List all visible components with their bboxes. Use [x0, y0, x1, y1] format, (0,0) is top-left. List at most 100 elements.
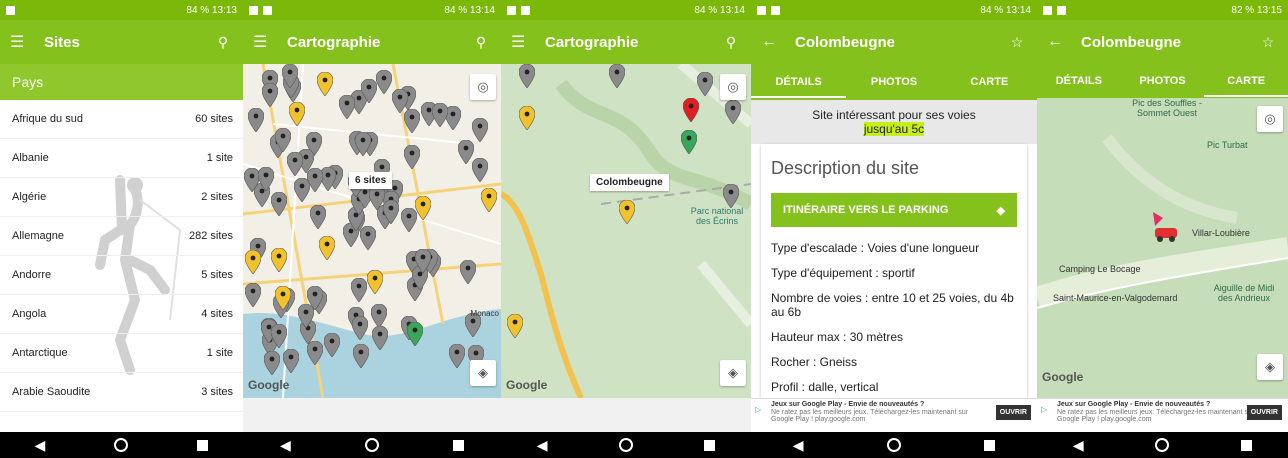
site-marker[interactable] [682, 97, 700, 123]
cluster-label[interactable]: 6 sites [349, 172, 393, 189]
favorite-star-icon[interactable]: ☆ [1007, 34, 1027, 51]
site-marker[interactable] [306, 340, 324, 366]
tab-map[interactable]: CARTE [1204, 65, 1288, 97]
site-marker[interactable] [286, 151, 304, 177]
site-marker[interactable] [338, 94, 356, 120]
home-icon[interactable] [886, 438, 901, 452]
site-marker[interactable] [318, 235, 336, 261]
back-arrow-icon[interactable]: ← [1047, 33, 1073, 51]
site-marker[interactable] [350, 277, 368, 303]
tab-details[interactable]: DÉTAILS [1037, 75, 1121, 87]
site-marker[interactable] [431, 102, 449, 128]
tab-photos[interactable]: PHOTOS [1121, 75, 1205, 87]
site-marker[interactable] [471, 117, 489, 143]
site-marker[interactable] [457, 139, 475, 165]
list-item[interactable]: Albanie 1 site [0, 139, 243, 178]
search-icon[interactable]: ⚲ [721, 34, 741, 51]
site-marker[interactable] [406, 321, 424, 347]
tab-map[interactable]: CARTE [942, 76, 1037, 88]
ad-banner[interactable]: ▷ Jeux sur Google Play - Envie de nouvea… [1037, 398, 1288, 432]
site-marker[interactable] [471, 157, 489, 183]
favorite-star-icon[interactable]: ☆ [1258, 34, 1278, 51]
site-marker[interactable] [608, 64, 626, 89]
back-icon[interactable]: ◀ [280, 437, 291, 454]
map-view[interactable]: 6 sites Monaco ◎ ◈ Google [243, 64, 501, 398]
site-marker[interactable] [480, 187, 498, 213]
site-marker[interactable] [316, 71, 334, 97]
site-marker[interactable] [261, 82, 279, 108]
site-marker[interactable] [375, 69, 393, 95]
map-view[interactable]: Colombeugne Parc national des Écrins ◎ ◈… [501, 64, 751, 398]
site-marker[interactable] [351, 315, 369, 341]
menu-icon[interactable]: ☰ [10, 32, 36, 52]
site-marker[interactable] [366, 269, 384, 295]
my-location-button[interactable]: ◎ [1257, 106, 1283, 132]
site-marker[interactable] [506, 313, 524, 339]
recents-icon[interactable] [704, 439, 716, 451]
site-marker[interactable] [274, 285, 292, 311]
site-marker[interactable] [414, 195, 432, 221]
site-marker[interactable] [306, 167, 324, 193]
recents-icon[interactable] [1241, 439, 1253, 451]
site-marker[interactable] [403, 144, 421, 170]
site-marker[interactable] [257, 166, 275, 192]
site-marker[interactable] [722, 183, 740, 209]
site-marker[interactable] [281, 64, 299, 89]
site-marker[interactable] [518, 105, 536, 131]
home-icon[interactable] [1155, 438, 1170, 452]
home-icon[interactable] [618, 438, 633, 452]
site-marker[interactable] [270, 247, 288, 273]
site-callout[interactable]: Colombeugne [590, 174, 669, 191]
recents-icon[interactable] [197, 439, 209, 451]
list-item[interactable]: Angola 4 sites [0, 295, 243, 334]
site-marker[interactable] [360, 78, 378, 104]
list-item[interactable]: Allemagne 282 sites [0, 217, 243, 256]
site-marker[interactable] [270, 191, 288, 217]
site-marker[interactable] [391, 88, 409, 114]
tab-photos[interactable]: PHOTOS [846, 76, 941, 88]
ad-choices-icon[interactable]: ▷ [1041, 405, 1047, 414]
list-item[interactable]: Afrique du sud 60 sites [0, 100, 243, 139]
site-marker[interactable] [368, 185, 386, 211]
site-marker[interactable] [244, 282, 262, 308]
site-marker[interactable] [371, 325, 389, 351]
back-icon[interactable]: ◀ [793, 437, 804, 454]
ad-choices-icon[interactable]: ▷ [755, 405, 761, 414]
site-marker[interactable] [448, 343, 466, 369]
map-view[interactable]: Pic des Souffles - Sommet Ouest Pic Turb… [1037, 98, 1288, 398]
menu-icon[interactable]: ☰ [511, 32, 537, 52]
list-item[interactable]: Arabie Saoudite 3 sites [0, 373, 243, 412]
search-icon[interactable]: ⚲ [471, 34, 491, 51]
my-location-button[interactable]: ◎ [720, 74, 746, 100]
layers-button[interactable]: ◈ [1257, 354, 1283, 380]
layers-button[interactable]: ◈ [720, 360, 746, 386]
back-icon[interactable]: ◀ [35, 437, 46, 454]
site-marker[interactable] [282, 348, 300, 374]
site-marker[interactable] [354, 131, 372, 157]
list-item[interactable]: Andorre 5 sites [0, 256, 243, 295]
parking-car-marker[interactable] [1149, 208, 1179, 242]
site-marker[interactable] [288, 101, 306, 127]
list-item[interactable]: Algérie 2 sites [0, 178, 243, 217]
site-marker[interactable] [414, 248, 432, 274]
site-marker[interactable] [244, 249, 262, 275]
back-arrow-icon[interactable]: ← [761, 33, 787, 51]
my-location-button[interactable]: ◎ [470, 74, 496, 100]
site-marker[interactable] [352, 343, 370, 369]
ad-open-button[interactable]: OUVRIR [1246, 405, 1282, 420]
site-marker[interactable] [309, 204, 327, 230]
site-marker[interactable] [518, 64, 536, 89]
site-marker[interactable] [247, 107, 265, 133]
itinerary-button[interactable]: ITINÉRAIRE VERS LE PARKING ◆ [771, 193, 1017, 227]
site-marker[interactable] [680, 129, 698, 155]
site-marker[interactable] [459, 259, 477, 285]
tab-details[interactable]: DÉTAILS [751, 66, 847, 98]
site-marker[interactable] [297, 303, 315, 329]
home-icon[interactable] [114, 438, 129, 452]
menu-icon[interactable]: ☰ [253, 32, 279, 52]
site-marker[interactable] [382, 199, 400, 225]
ad-open-button[interactable]: OUVRIR [995, 405, 1031, 420]
layers-button[interactable]: ◈ [470, 360, 496, 386]
home-icon[interactable] [364, 438, 379, 452]
site-marker[interactable] [618, 199, 636, 225]
